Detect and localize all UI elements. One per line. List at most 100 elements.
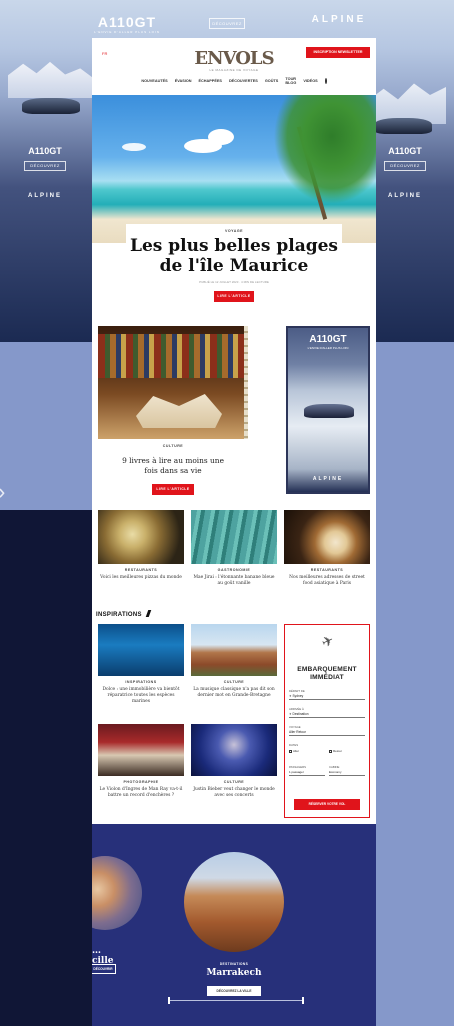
ad-brand-right[interactable]: ALPINE (382, 193, 428, 199)
destination-button-marrakech[interactable]: DÉCOUVREZ LA VILLE (207, 986, 261, 996)
palm-tree (266, 95, 376, 213)
inspirations-label[interactable]: INSPIRATIONS (96, 612, 142, 618)
ad-brand-top[interactable]: ALPINE (302, 14, 376, 25)
language-selector[interactable]: FR (102, 51, 107, 56)
pizza-image[interactable] (98, 510, 184, 564)
concert-hall-image[interactable] (191, 624, 277, 676)
date-out-label: Aller (293, 749, 300, 753)
article-caption: PHOTOGRAPHIE Le Violon d'Ingres de Man R… (98, 780, 184, 799)
destination-kicker: DESTINATIONS (219, 962, 249, 966)
culture-kicker[interactable]: CULTURE (98, 444, 248, 448)
nav-item-evasion[interactable]: ÉVASION (175, 79, 192, 83)
ad-model-left[interactable]: A110GT (22, 146, 68, 156)
article-kicker[interactable]: RESTAURANTS (98, 568, 184, 572)
carousel-end-marker (302, 997, 304, 1004)
cloud (208, 129, 234, 145)
open-book (136, 394, 222, 428)
destination-name-marrakech[interactable]: Marrakech (184, 968, 284, 978)
passengers-select[interactable]: 1 passager (289, 768, 325, 776)
article-title[interactable]: Le Violon d'Ingres de Man Ray va-t-il ba… (98, 787, 184, 799)
nav-item-gouts[interactable]: GOÛTS (265, 79, 279, 83)
cabin-select[interactable]: Economy (329, 768, 365, 776)
article-kicker[interactable]: PHOTOGRAPHIE (98, 780, 184, 784)
article-card: RESTAURANTS Voici les meilleures pizzas … (98, 510, 184, 581)
article-kicker[interactable]: CULTURE (191, 680, 277, 684)
article-title[interactable]: Voici les meilleures pizzas du monde (98, 575, 184, 581)
sidebar-car-ad[interactable]: A110GT L'ENVIE D'ALLER PLUS LOIN ALPINE (286, 326, 370, 494)
singer-image[interactable] (191, 724, 277, 776)
marrakech-image[interactable] (184, 852, 284, 952)
destination-image-left[interactable] (92, 856, 142, 930)
dumplings-image[interactable] (284, 510, 370, 564)
hero-read-button[interactable]: LIRE L'ARTICLE (214, 291, 254, 302)
arrival-field[interactable]: ✈ Destination (289, 710, 365, 718)
car-left (22, 98, 80, 114)
inspiration-card: CULTURE La musique classique n'a pas dit… (191, 624, 277, 699)
hero-title[interactable]: Les plus belles plages de l'île Maurice (126, 236, 342, 276)
ad-discover-button-right[interactable]: DÉCOUVREZ (384, 161, 426, 171)
book-flight-button[interactable]: RÉSERVER VOTRE VOL (294, 799, 360, 810)
nav-item-tour-blog[interactable]: TOUR BLOG (285, 77, 296, 85)
ad-discover-button-left[interactable]: DÉCOUVREZ (24, 161, 66, 171)
culture-title[interactable]: 9 livres à lire au moins une fois dans s… (118, 456, 228, 476)
search-icon[interactable] (324, 78, 327, 84)
bookshelf (98, 334, 248, 378)
destinations-carousel: …cille DÉCOUVRIR DESTINATIONS Marrakech … (92, 824, 376, 1026)
nav-item-videos[interactable]: VIDÉOS (303, 79, 317, 83)
hero-image[interactable] (92, 95, 376, 243)
article-kicker[interactable]: CULTURE (191, 780, 277, 784)
screenshot: A110GT L'ENVIE D'ALLER PLUS LOIN DÉCOUVR… (0, 0, 454, 1026)
site-logo[interactable]: ENVOLS LE MAGAZINE DE VOYAGE (192, 48, 276, 72)
carousel-start-marker (168, 997, 170, 1004)
destination-name-left[interactable]: …cille (92, 946, 114, 966)
checkbox-icon (289, 749, 292, 753)
book-stack (244, 326, 248, 439)
inspirations-heading: INSPIRATIONS (96, 610, 152, 618)
nav-item-decouvertes[interactable]: DÉCOUVERTES (229, 79, 258, 83)
culture-feature: CULTURE 9 livres à lire au moins une foi… (98, 442, 248, 495)
auction-house-image[interactable] (98, 724, 184, 776)
chevron-right-icon[interactable]: › (0, 478, 6, 506)
travel-type-select[interactable]: Aller Retour (289, 728, 365, 736)
ad-brand-left[interactable]: ALPINE (22, 193, 68, 199)
nav-item-nouveautes[interactable]: NOUVEAUTÉS (141, 79, 167, 83)
ad-discover-button-top[interactable]: DÉCOUVREZ (209, 18, 245, 29)
date-out-checkbox[interactable]: Aller (289, 749, 299, 753)
article-title[interactable]: Justin Bieber veut changer le monde avec… (191, 787, 277, 799)
ad-model-text: A110GT (97, 14, 157, 30)
article-card: GASTRONOMIE Mae Jirai : l'étonnante bana… (191, 510, 277, 587)
article-kicker[interactable]: GASTRONOMIE (191, 568, 277, 572)
hero-card: VOYAGE Les plus belles plages de l'île M… (126, 224, 342, 308)
article-caption: GASTRONOMIE Mae Jirai : l'étonnante bana… (191, 568, 277, 587)
left-dark-panel (0, 510, 92, 1026)
underwater-image[interactable] (98, 624, 184, 676)
newsletter-button[interactable]: INSCRIPTION NEWSLETTER (306, 47, 370, 58)
flight-booking-widget: ✈ EMBARQUEMENT IMMÉDIAT DÉPART DE ✈ Sydn… (284, 624, 370, 818)
culture-read-button[interactable]: LIRE L'ARTICLE (152, 484, 194, 495)
ad-tagline: L'ENVIE D'ALLER PLUS LOIN (307, 346, 349, 350)
article-card: RESTAURANTS Nos meilleures adresses de s… (284, 510, 370, 587)
books-image[interactable] (98, 326, 248, 439)
article-kicker[interactable]: RESTAURANTS (284, 568, 370, 572)
article-title[interactable]: Mae Jirai : l'étonnante banane bleue au … (191, 575, 277, 587)
article-title[interactable]: Nos meilleures adresses de street food a… (284, 575, 370, 587)
ad-model-right[interactable]: A110GT (382, 146, 428, 156)
nav-item-echappees[interactable]: ÉCHAPPÉES (199, 79, 222, 83)
ad-tagline: L'ENVIE D'ALLER PLUS LOIN (94, 30, 160, 34)
hero-kicker[interactable]: VOYAGE (126, 229, 342, 233)
departure-field[interactable]: ✈ Sydney (289, 692, 365, 700)
article-title[interactable]: La musique classique n'a pas dit son der… (191, 687, 277, 699)
main-page: FR ENVOLS LE MAGAZINE DE VOYAGE INSCRIPT… (92, 38, 376, 824)
article-kicker[interactable]: INSPIRATIONS (98, 680, 184, 684)
destination-button-left[interactable]: DÉCOUVRIR (92, 964, 116, 974)
article-title[interactable]: Dolce : une immobilière va bientôt répar… (98, 687, 184, 705)
blue-banana-image[interactable] (191, 510, 277, 564)
date-back-checkbox[interactable]: Retour (329, 749, 342, 753)
ad-model-logo-top[interactable]: A110GT L'ENVIE D'ALLER PLUS LOIN (92, 14, 162, 34)
slash-icon (145, 610, 152, 617)
article-caption: RESTAURANTS Nos meilleures adresses de s… (284, 568, 370, 587)
airplane-icon: ✈ (319, 632, 337, 652)
logo-text: ENVOLS (194, 48, 274, 69)
ad-model: A110GT (309, 334, 347, 345)
carousel-track[interactable] (168, 1000, 304, 1001)
